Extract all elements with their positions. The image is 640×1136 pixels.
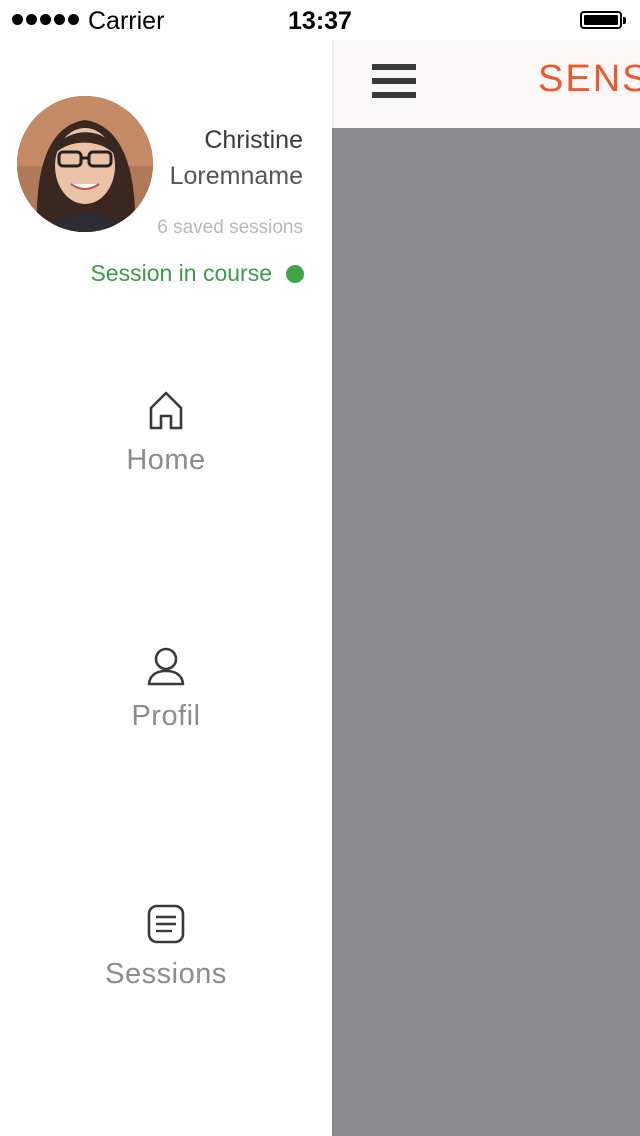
user-icon — [147, 647, 185, 686]
battery-icon — [580, 11, 626, 29]
hamburger-icon[interactable] — [372, 64, 416, 98]
session-status: Session in course — [90, 260, 304, 287]
status-dot-icon — [286, 264, 304, 283]
user-first-name: Christine — [204, 126, 303, 154]
home-icon — [149, 391, 183, 430]
status-bar: Carrier 13:37 — [0, 0, 640, 40]
clock: 13:37 — [288, 7, 352, 35]
app-header: SENS — [332, 40, 640, 129]
nav-item-sessions[interactable]: Sessions — [0, 902, 332, 991]
content-overlay[interactable] — [332, 128, 640, 1136]
side-drawer: Christine Loremname 6 saved sessions Ses… — [0, 40, 332, 1136]
avatar[interactable] — [17, 96, 153, 232]
user-last-name: Loremname — [169, 162, 303, 190]
app-screen: SENS Christine Loremname 6 saved session… — [0, 0, 640, 1136]
nav-item-home[interactable]: Home — [0, 388, 332, 477]
saved-sessions-count: 6 saved sessions — [157, 217, 303, 238]
list-icon — [147, 904, 185, 944]
app-title: SENS — [538, 58, 640, 100]
nav-sessions-label: Sessions — [105, 958, 227, 990]
nav-profil-label: Profil — [131, 700, 201, 732]
session-status-label: Session in course — [90, 260, 272, 286]
nav-item-profil[interactable]: Profil — [0, 644, 332, 733]
nav-home-label: Home — [126, 444, 206, 476]
